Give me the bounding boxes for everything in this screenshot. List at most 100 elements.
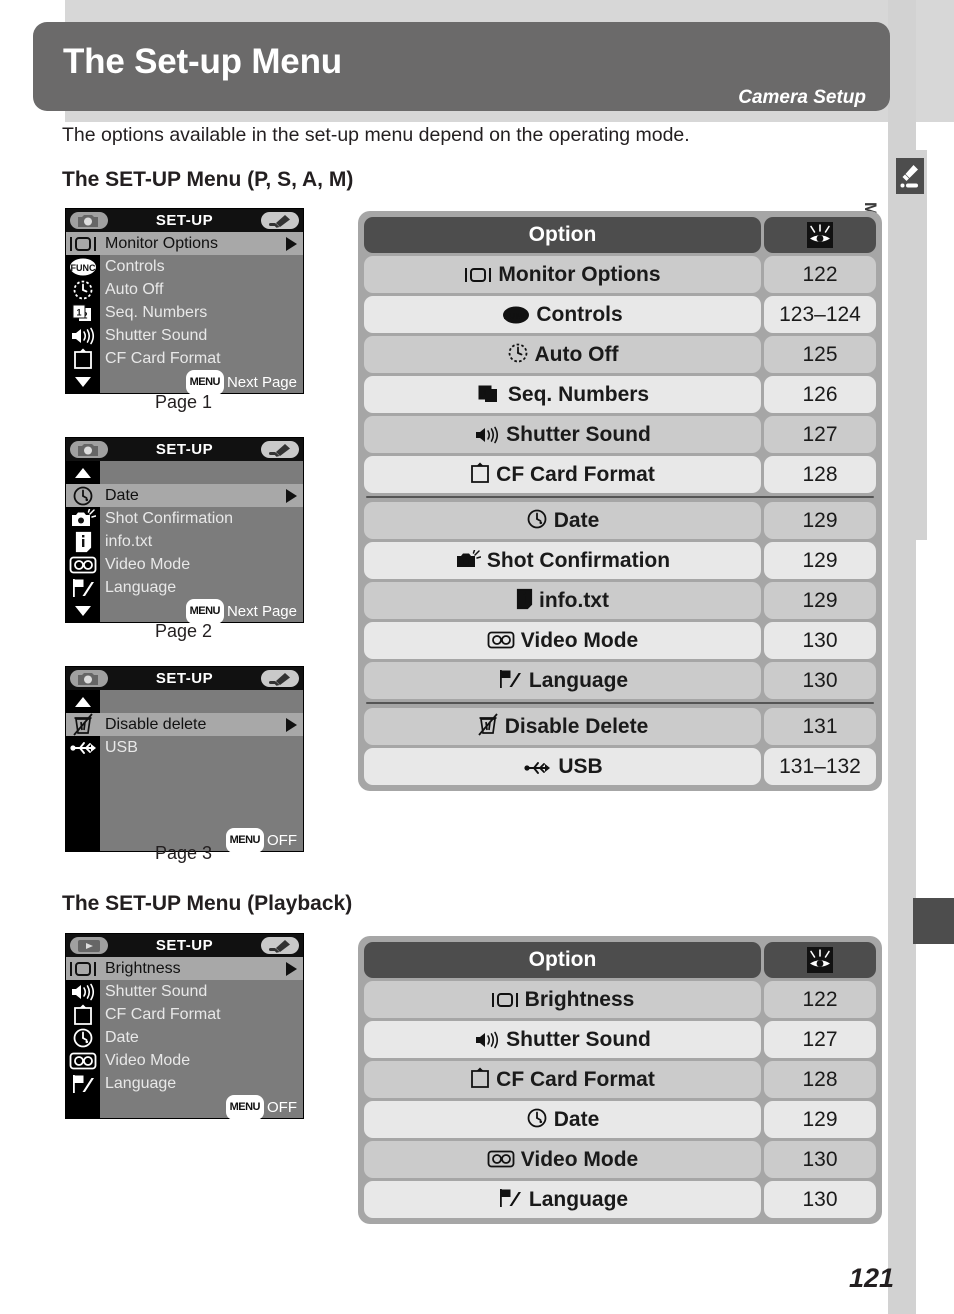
table-option-label: Shot Confirmation	[486, 549, 671, 572]
table-cell-option: USB	[364, 748, 761, 785]
table-row: FUNC Controls 123–124	[364, 296, 876, 333]
table-option-label: Date	[553, 1108, 600, 1131]
monitor-icon	[66, 232, 100, 255]
table-cell-page: 130	[764, 1141, 876, 1178]
lcd-menu-item[interactable]: Auto Off	[66, 278, 303, 301]
lcd-menu-item[interactable]: Brightness	[66, 957, 303, 980]
lcd-title-bar: SET-UP	[66, 209, 303, 232]
table-row: Date 129	[364, 502, 876, 539]
lcd-scroll-up-row[interactable]	[66, 690, 303, 713]
clock-icon	[526, 1107, 548, 1129]
lcd-menu-item[interactable]: Video Mode	[66, 553, 303, 576]
reference-table-psam: Option Monitor Options 122 FUNC Controls…	[358, 211, 882, 791]
chevron-right-icon	[286, 237, 297, 251]
table-row: Auto Off 125	[364, 336, 876, 373]
lcd-menu-list: Date Shot Confirmation info.txt Video Mo…	[66, 461, 303, 624]
lcd-empty-row	[66, 782, 303, 805]
video-mode-icon	[487, 1149, 515, 1169]
lcd-menu-item[interactable]: Shot Confirmation	[66, 507, 303, 530]
table-option-label: USB	[558, 755, 603, 778]
eye-reference-icon	[807, 222, 833, 249]
lcd-footer-hint: MENU Next Page	[100, 370, 303, 395]
lcd-title: SET-UP	[155, 670, 214, 687]
lcd-menu-item[interactable]: USB	[66, 736, 303, 759]
column-header-page-ref	[764, 942, 876, 978]
table-cell-option: info.txt	[364, 582, 761, 619]
lcd-menu-item-label: CF Card Format	[100, 347, 303, 370]
eye-reference-icon	[807, 947, 833, 974]
lcd-menu-item[interactable]: Language	[66, 1072, 303, 1095]
table-cell-option: CF Card Format	[364, 456, 761, 493]
lcd-caption-page3: Page 3	[154, 843, 213, 863]
lcd-menu-item-label: info.txt	[100, 530, 303, 553]
table-row: USB 131–132	[364, 748, 876, 785]
trash-disabled-icon	[66, 713, 100, 736]
table-row: Shutter Sound 127	[364, 1021, 876, 1058]
table-option-label: Controls	[536, 303, 623, 326]
table-option-label: Brightness	[524, 988, 635, 1011]
monitor-icon	[464, 266, 492, 284]
table-cell-option: FUNC Controls	[364, 296, 761, 333]
edge-chapter-marker	[913, 898, 954, 944]
table-row: Language 130	[364, 662, 876, 699]
func-icon: FUNC	[66, 255, 100, 278]
table-cell-option: Auto Off	[364, 336, 761, 373]
lcd-screenshot-page2: SET-UP Date Shot Confirmation info.txt V…	[65, 437, 304, 624]
lcd-menu-item[interactable]: Monitor Options	[66, 232, 303, 255]
table-cell-option: Shutter Sound	[364, 1021, 761, 1058]
table-option-label: info.txt	[539, 589, 609, 612]
speaker-icon	[474, 426, 500, 444]
shot-confirm-icon	[66, 507, 100, 530]
cf-card-icon	[66, 1003, 100, 1026]
lcd-menu-item-label: Seq. Numbers	[100, 301, 303, 324]
table-cell-page: 128	[764, 456, 876, 493]
lcd-menu-item[interactable]: info.txt	[66, 530, 303, 553]
camera-icon	[70, 670, 108, 687]
table-cell-page: 122	[764, 981, 876, 1018]
intro-paragraph: The options available in the set-up menu…	[62, 124, 690, 146]
lcd-menu-item[interactable]: CF Card Format	[66, 1003, 303, 1026]
lcd-menu-item[interactable]: Disable delete	[66, 713, 303, 736]
lcd-footer-hint: MENU OFF	[100, 1095, 303, 1120]
lcd-menu-item[interactable]: Date	[66, 1026, 303, 1049]
lcd-screenshot-playback: SET-UP Brightness Shutter Sound CF Card …	[65, 933, 304, 1120]
lcd-menu-item[interactable]: CF Card Format	[66, 347, 303, 370]
screwdriver-icon	[261, 212, 299, 229]
monitor-icon	[491, 991, 519, 1009]
lcd-menu-item[interactable]: FUNC Controls	[66, 255, 303, 278]
lcd-menu-item-label: Video Mode	[100, 1049, 303, 1072]
cf-card-icon	[66, 347, 100, 370]
table-group-separator	[366, 702, 874, 704]
table-option-label: CF Card Format	[496, 463, 655, 486]
arrow-up-icon	[66, 461, 100, 484]
lcd-menu-item[interactable]: 2 1 Seq. Numbers	[66, 301, 303, 324]
chevron-right-icon	[286, 718, 297, 732]
lcd-menu-item[interactable]: Shutter Sound	[66, 980, 303, 1003]
table-cell-page: 129	[764, 1101, 876, 1138]
table-cell-option: Date	[364, 502, 761, 539]
flag-icon	[497, 668, 523, 690]
lcd-menu-item-label: Video Mode	[100, 553, 303, 576]
lcd-blank	[100, 759, 303, 782]
lcd-blank	[100, 805, 303, 828]
screwdriver-icon	[261, 441, 299, 458]
lcd-menu-item-label: Shutter Sound	[100, 324, 303, 347]
arrow-up-icon	[66, 690, 100, 713]
table-cell-option: CF Card Format	[364, 1061, 761, 1098]
monitor-icon	[66, 957, 100, 980]
lcd-menu-item[interactable]: Video Mode	[66, 1049, 303, 1072]
lcd-menu-item-label: Controls	[100, 255, 303, 278]
table-cell-option: Shutter Sound	[364, 416, 761, 453]
lcd-menu-item[interactable]: Language	[66, 576, 303, 599]
table-option-label: Seq. Numbers	[507, 383, 650, 406]
trash-disabled-icon	[477, 713, 499, 736]
lcd-menu-item[interactable]: Shutter Sound	[66, 324, 303, 347]
lcd-caption-page2: Page 2	[154, 621, 213, 641]
table-option-label: Language	[528, 669, 629, 692]
table-option-label: CF Card Format	[496, 1068, 655, 1091]
table-cell-option: Monitor Options	[364, 256, 761, 293]
lcd-scroll-up-row[interactable]	[66, 461, 303, 484]
lcd-menu-item[interactable]: Date	[66, 484, 303, 507]
flag-icon	[497, 1187, 523, 1209]
lcd-menu-item-label: Shutter Sound	[100, 980, 303, 1003]
